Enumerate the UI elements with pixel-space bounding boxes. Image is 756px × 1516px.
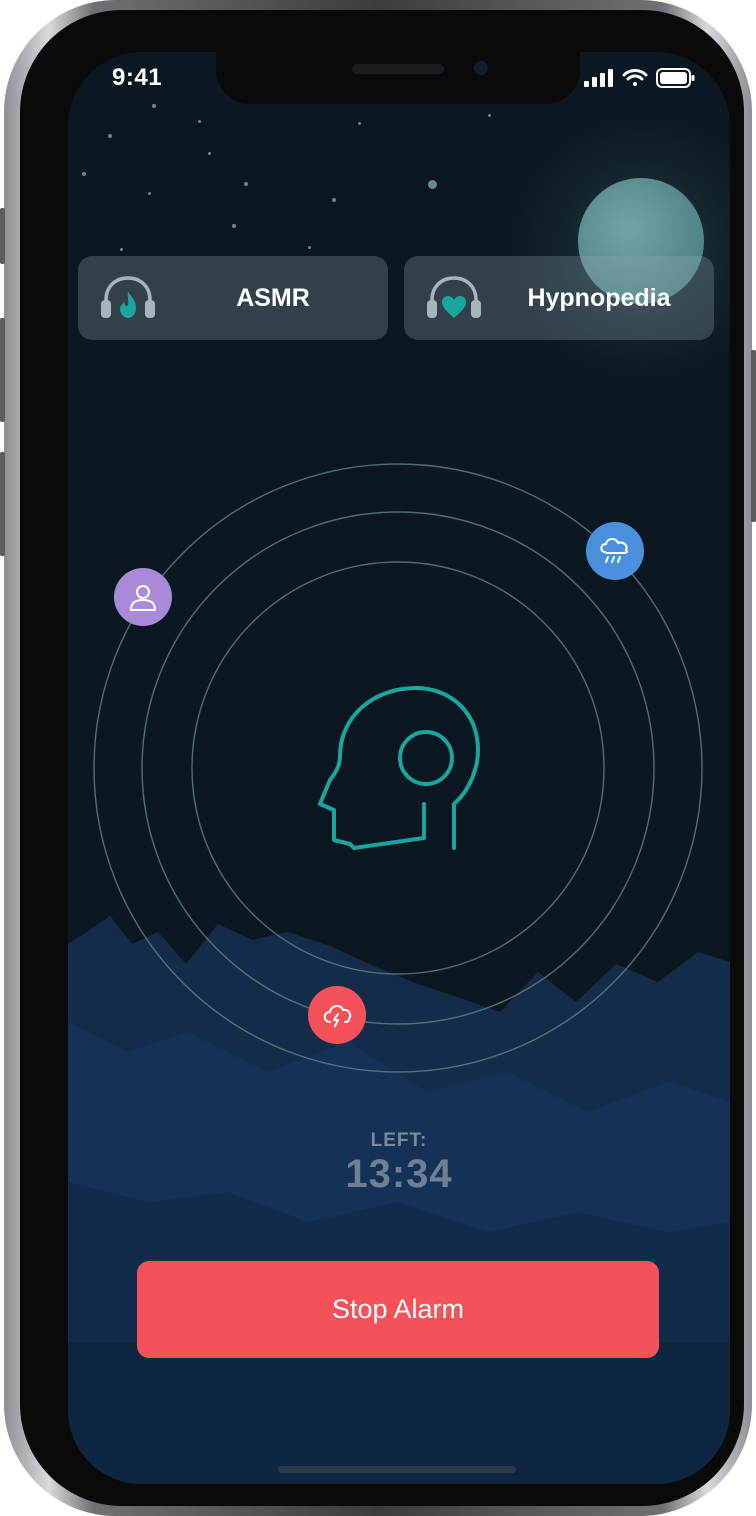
mute-switch [0,208,5,264]
stop-alarm-button[interactable]: Stop Alarm [137,1261,659,1358]
home-indicator[interactable] [278,1466,516,1473]
cellular-signal-icon [584,69,613,87]
screen: 9:41 ASMR Hypnopedia LEFT: 13:34 Stop Al… [68,52,730,1484]
volume-down-button [0,452,5,556]
asmr-card[interactable]: ASMR [78,256,388,340]
notch [216,52,580,104]
storm-cloud-icon [323,1005,352,1027]
rain-orbit-button[interactable] [586,522,644,580]
user-icon [129,585,157,611]
headphones-flame-icon [101,276,155,318]
power-button [751,350,756,522]
head-with-headphones-icon [318,686,480,850]
bezel: 9:41 ASMR Hypnopedia LEFT: 13:34 Stop Al… [20,10,744,1506]
battery-icon [656,68,695,88]
wifi-icon [622,69,648,86]
storm-orbit-button[interactable] [308,986,366,1044]
headphones-heart-icon [427,276,481,318]
hypnopedia-label: Hypnopedia [527,283,671,312]
status-time: 9:41 [112,64,163,91]
rain-cloud-icon [600,538,628,563]
front-camera [474,61,488,75]
volume-up-button [0,318,5,422]
phone-frame: 9:41 ASMR Hypnopedia LEFT: 13:34 Stop Al… [0,0,756,1516]
hypnopedia-card[interactable]: Hypnopedia [404,256,714,340]
earpiece-speaker [352,64,444,74]
timer-value: 13:34 [345,1152,453,1196]
timer-label: LEFT: [370,1130,428,1151]
user-orbit-button[interactable] [114,568,172,626]
asmr-label: ASMR [236,283,310,312]
status-icons [584,68,696,88]
